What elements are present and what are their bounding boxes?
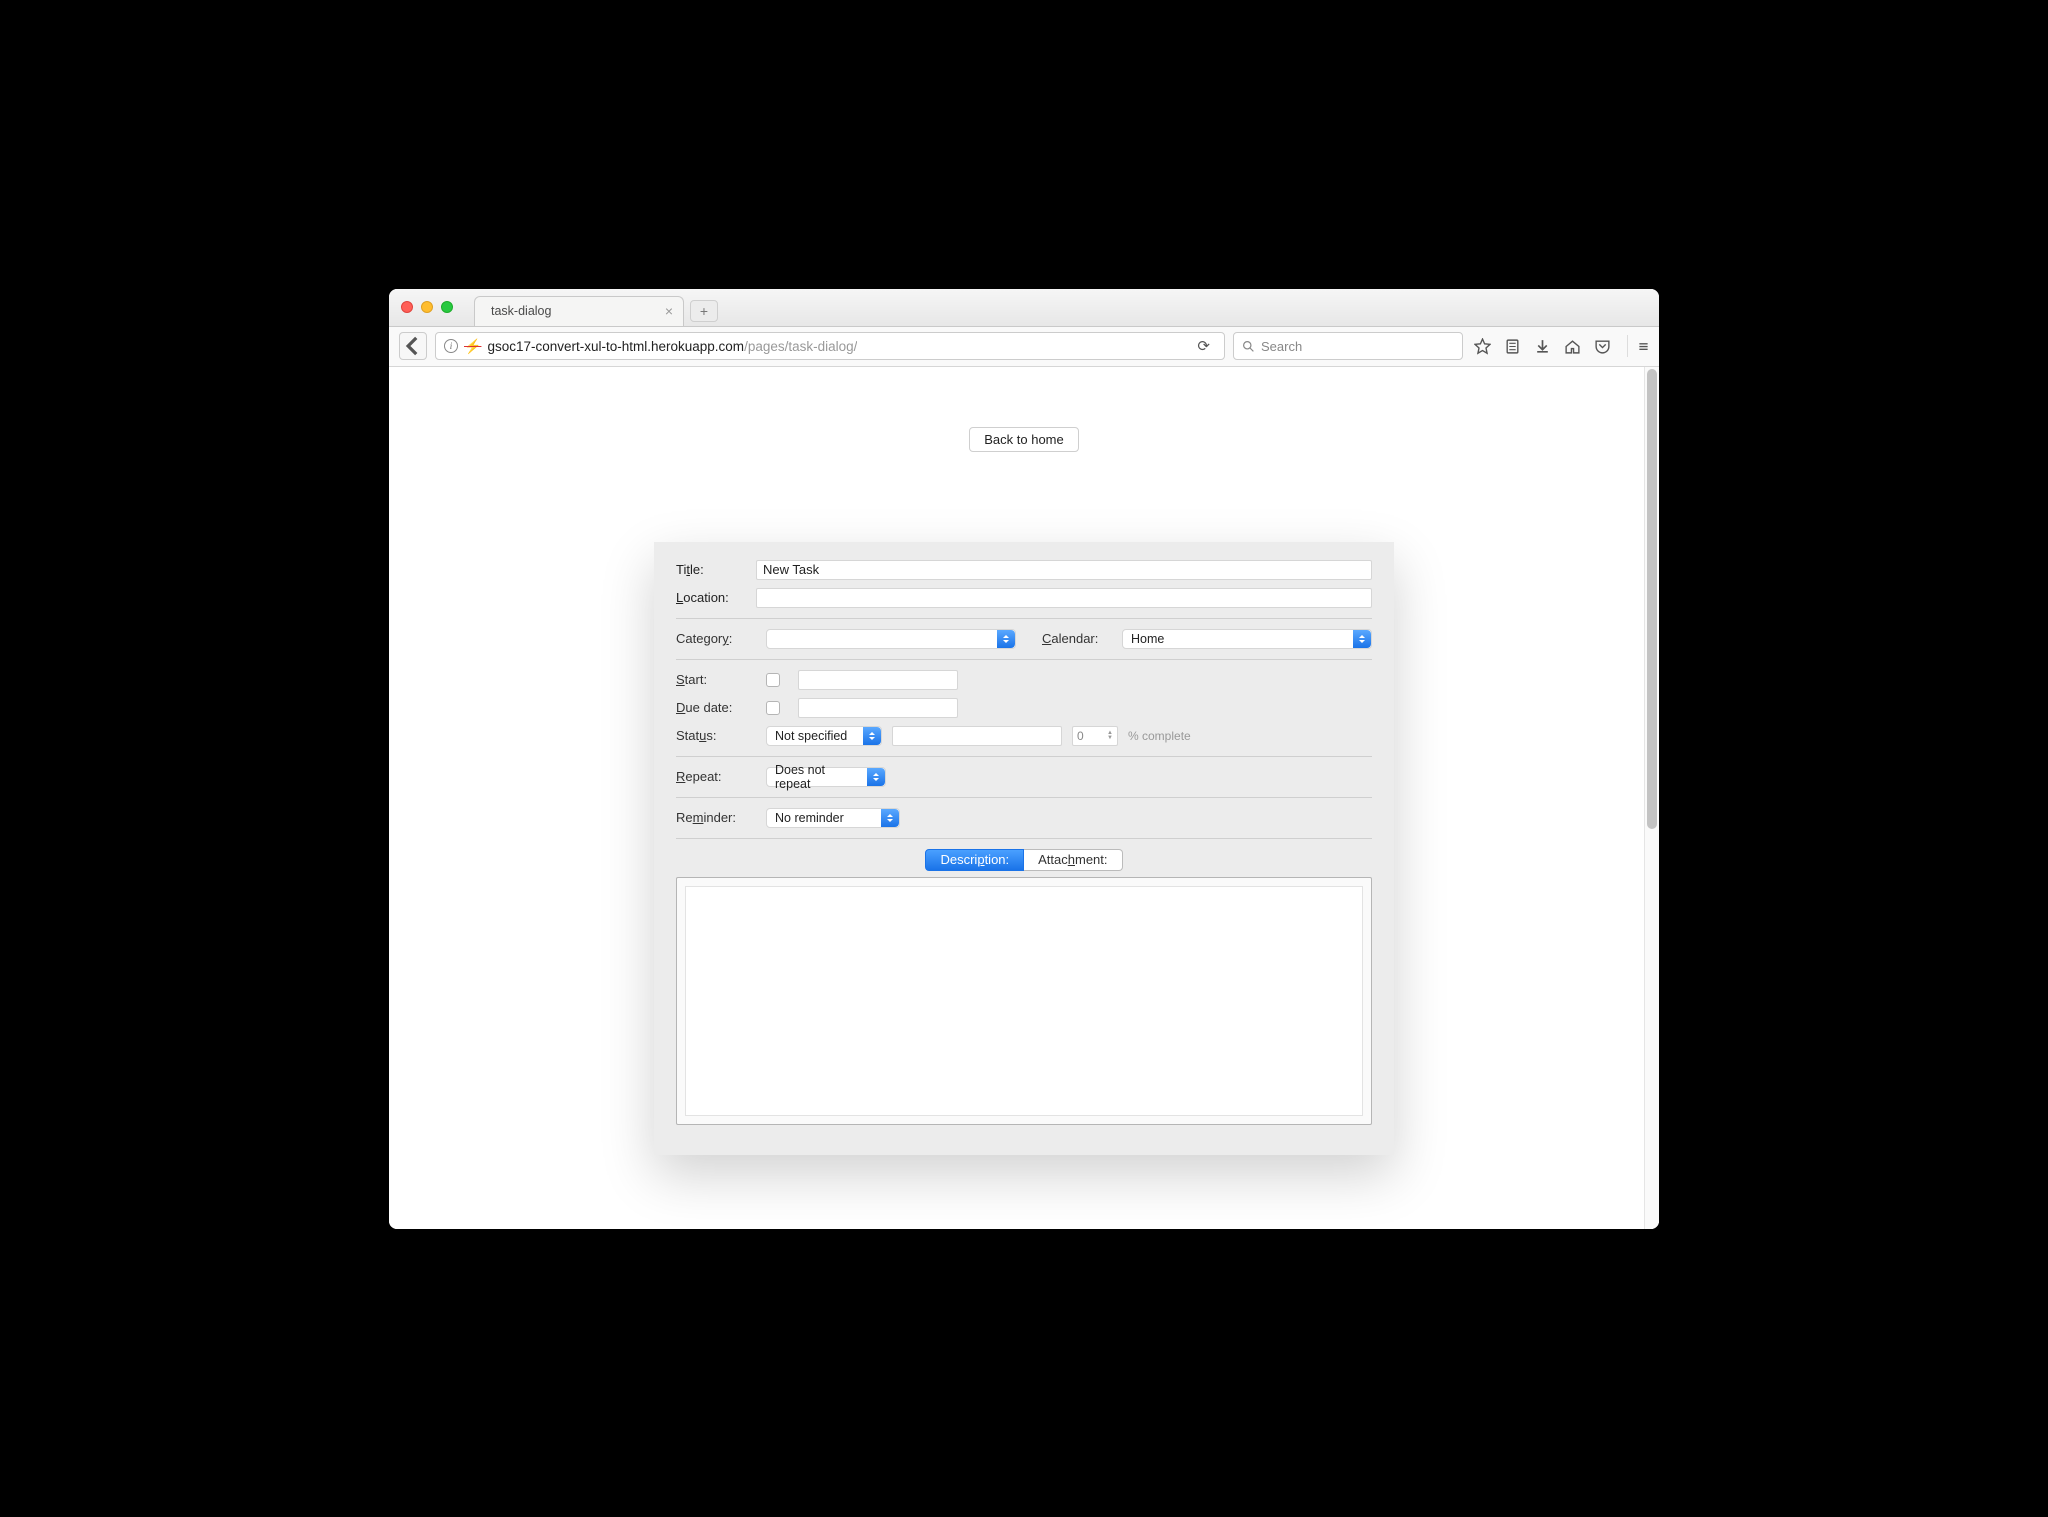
label-title: Title: (676, 562, 756, 577)
chevron-updown-icon (1353, 630, 1371, 648)
divider (676, 838, 1372, 839)
due-checkbox[interactable] (766, 701, 780, 715)
menu-icon[interactable] (1627, 335, 1649, 357)
url-text: gsoc17-convert-xul-to-html.herokuapp.com… (487, 339, 857, 354)
reload-icon[interactable]: ⟳ (1191, 337, 1216, 355)
window-titlebar: task-dialog × + (389, 289, 1659, 327)
due-date-input[interactable] (798, 698, 958, 718)
scrollbar-thumb[interactable] (1647, 369, 1657, 829)
tab-title: task-dialog (491, 304, 551, 318)
library-icon[interactable] (1501, 335, 1523, 357)
status-select[interactable]: Not specified (766, 726, 882, 746)
status-date-input[interactable] (892, 726, 1062, 746)
vertical-scrollbar[interactable] (1644, 367, 1659, 1229)
pocket-icon[interactable] (1591, 335, 1613, 357)
back-button[interactable] (399, 332, 427, 360)
close-window-button[interactable] (401, 301, 413, 313)
minimize-window-button[interactable] (421, 301, 433, 313)
close-tab-icon[interactable]: × (665, 303, 673, 319)
label-category: Category: (676, 631, 756, 646)
divider (676, 618, 1372, 619)
calendar-select[interactable]: Home (1122, 629, 1372, 649)
label-start: Start: (676, 672, 756, 687)
site-info-icon[interactable]: i (444, 339, 458, 353)
search-placeholder: Search (1261, 339, 1302, 354)
start-date-input[interactable] (798, 670, 958, 690)
chevron-updown-icon (997, 630, 1015, 648)
label-status: Status: (676, 728, 756, 743)
zoom-window-button[interactable] (441, 301, 453, 313)
label-location: Location: (676, 590, 756, 605)
label-due: Due date: (676, 700, 756, 715)
task-dialog: Title: Location: Category: Calendar: (654, 542, 1394, 1155)
chevron-updown-icon (863, 727, 881, 745)
label-reminder: Reminder: (676, 810, 756, 825)
tab-strip: task-dialog × + (474, 289, 718, 326)
label-repeat: Repeat: (676, 769, 756, 784)
home-icon[interactable] (1561, 335, 1583, 357)
divider (676, 797, 1372, 798)
tracking-protection-icon[interactable]: ⚡ (464, 338, 481, 355)
window-controls (401, 301, 453, 313)
browser-tab-active[interactable]: task-dialog × (474, 296, 684, 326)
title-input[interactable] (756, 560, 1372, 580)
chevron-updown-icon (881, 809, 899, 827)
bookmark-star-icon[interactable] (1471, 335, 1493, 357)
description-tabs: Description: Attachment: (676, 849, 1372, 871)
category-select[interactable] (766, 629, 1016, 649)
start-checkbox[interactable] (766, 673, 780, 687)
label-percent-complete: % complete (1128, 729, 1191, 743)
percent-complete-input[interactable]: 0 ▲▼ (1072, 726, 1118, 746)
tab-description[interactable]: Description: (925, 849, 1024, 871)
reminder-select[interactable]: No reminder (766, 808, 900, 828)
description-textarea[interactable] (685, 886, 1363, 1116)
stepper-icon[interactable]: ▲▼ (1107, 731, 1113, 741)
downloads-icon[interactable] (1531, 335, 1553, 357)
repeat-select[interactable]: Does not repeat (766, 767, 886, 787)
location-input[interactable] (756, 588, 1372, 608)
divider (676, 659, 1372, 660)
nav-toolbar: i ⚡ gsoc17-convert-xul-to-html.herokuapp… (389, 327, 1659, 367)
chevron-updown-icon (867, 768, 885, 786)
tab-attachment[interactable]: Attachment: (1024, 849, 1122, 871)
page-content: Back to home Title: Location: Category: (389, 367, 1659, 1229)
label-calendar: Calendar: (1042, 631, 1112, 646)
browser-window: task-dialog × + i ⚡ gsoc17-convert-xul-t… (389, 289, 1659, 1229)
divider (676, 756, 1372, 757)
description-panel (676, 877, 1372, 1125)
back-to-home-button[interactable]: Back to home (969, 427, 1079, 452)
url-bar[interactable]: i ⚡ gsoc17-convert-xul-to-html.herokuapp… (435, 332, 1225, 360)
search-icon (1242, 340, 1255, 353)
search-bar[interactable]: Search (1233, 332, 1463, 360)
new-tab-button[interactable]: + (690, 300, 718, 322)
